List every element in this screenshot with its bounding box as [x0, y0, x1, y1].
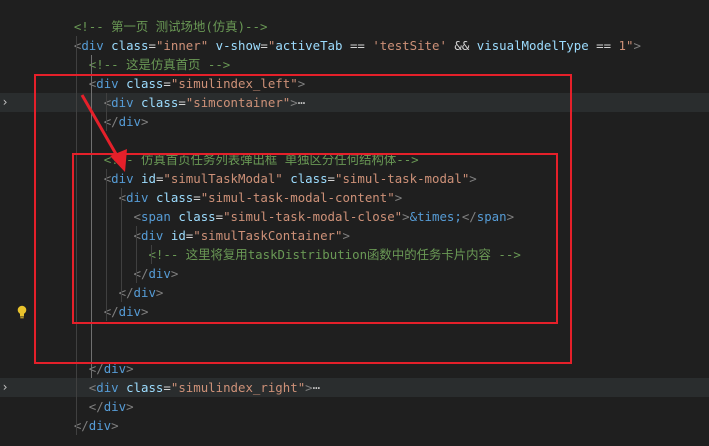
annotation-arrow: [80, 94, 127, 172]
code-editor[interactable]: <!-- 第一页 测试场地(仿真)--> <div class="inner" …: [0, 0, 709, 446]
